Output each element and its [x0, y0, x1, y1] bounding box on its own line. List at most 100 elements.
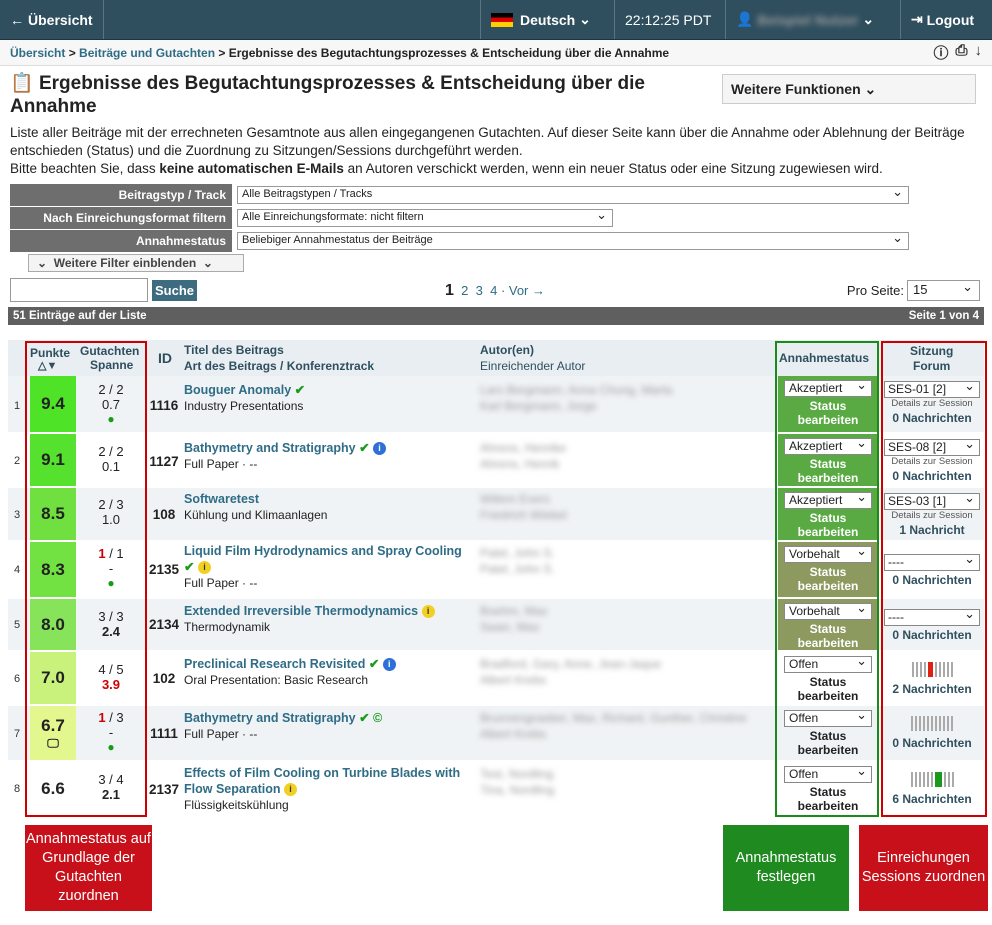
crumb-tools: ⓘ ⎙ ↓	[933, 42, 982, 63]
search-input[interactable]	[10, 278, 148, 302]
title-cell: Bouguer Anomaly ✔ Industry Presentations	[184, 382, 474, 414]
download-icon[interactable]: ↓	[975, 42, 983, 63]
title-cell: Liquid Film Hydrodynamics and Spray Cool…	[184, 543, 474, 591]
submitting-author: Swan, Max	[480, 620, 540, 634]
submitting-author: Albert Krebs	[480, 727, 547, 741]
submission-title-link[interactable]: Extended Irreversible Thermodynamics	[184, 604, 418, 618]
logout-label: Logout	[926, 11, 975, 28]
row-number: 1	[13, 400, 21, 412]
submission-id: 1111	[150, 726, 178, 741]
author-cell: Patel, John S. Patel, John S.	[480, 545, 770, 577]
page-title-text: Ergebnisse des Begutachtungsprozesses & …	[10, 73, 645, 117]
score-highlight-frame	[25, 341, 147, 817]
intro-a: Bitte beachten Sie, dass	[10, 161, 160, 176]
page-link[interactable]: 4	[490, 283, 497, 298]
per-page-select[interactable]: 15 ⌄	[907, 279, 980, 301]
track-select[interactable]: Alle Beitragstypen / Tracks	[237, 184, 909, 204]
callout-assign-sessions: Einreichungen Sessions zuordnen	[859, 825, 988, 911]
authors: Patel, John S.	[480, 546, 555, 560]
print-icon[interactable]: ⎙	[955, 42, 967, 63]
check-icon: ✔	[359, 711, 370, 725]
filter-format: Nach Einreichungsformat filtern Alle Einr…	[10, 207, 985, 229]
author-cell: Bradford, Gary, Anne, Jean-Jaque Albert K…	[480, 656, 770, 688]
per-page-value: 15	[913, 282, 928, 297]
submission-title-link[interactable]: Effects of Film Cooling on Turbine Blade…	[184, 766, 460, 796]
row-number: 4	[13, 564, 21, 576]
crumb-overview[interactable]: Übersicht	[10, 46, 65, 60]
next-page-link[interactable]: · Vor →	[501, 283, 545, 298]
submission-type: Oral Presentation: Basic Research	[184, 673, 369, 687]
submission-id: 108	[152, 507, 176, 522]
info-icon[interactable]: i	[373, 442, 387, 456]
submission-title-link[interactable]: Bathymetry and Stratigraphy	[184, 711, 356, 725]
col-title: Titel des Beitrags	[184, 343, 284, 357]
page-current: 1	[445, 282, 454, 299]
more-functions-button[interactable]: Weitere Funktionen ⌄	[722, 74, 976, 104]
format-select[interactable]: Alle Einreichungsformate: nicht filtern	[237, 207, 613, 227]
submission-id: 2135	[148, 562, 180, 577]
breadcrumb: Übersicht > Beiträge und Gutachten > Erg…	[0, 40, 992, 66]
submitting-author: Patel, John S.	[480, 562, 555, 576]
submission-title-link[interactable]: Liquid Film Hydrodynamics and Spray Cool…	[184, 544, 462, 558]
col-submitter: Einreichender Autor	[480, 359, 586, 373]
submission-id: 1116	[149, 398, 179, 413]
filter-track: Beitragstyp / Track Alle Beitragstypen / …	[10, 184, 985, 206]
count-bar: 51 Einträge auf der Liste Seite 1 von 4	[8, 307, 984, 325]
submission-type: Full Paper · --	[184, 457, 258, 471]
author-cell: Test, Nordling Tina, Nordling	[480, 766, 770, 798]
title-cell: Effects of Film Cooling on Turbine Blade…	[184, 765, 474, 813]
filter-label: Nach Einreichungsformat filtern	[10, 207, 232, 229]
language-selector[interactable]: Deutsch ⌄	[480, 0, 614, 39]
crumb-section[interactable]: Beiträge und Gutachten	[79, 46, 215, 60]
authors: Boehm, Max	[480, 604, 548, 618]
intro-line-1: Liste aller Beiträge mit der errechneten…	[10, 125, 965, 158]
per-page: Pro Seite: 15 ⌄	[846, 279, 980, 301]
submission-type: Flüssigkeitskühlung	[184, 798, 289, 812]
submitting-author: Ahrens, Henrik	[480, 457, 560, 471]
title-row: 📋 Ergebnisse des Begutachtungsprozesses …	[0, 66, 992, 118]
submitting-author: Tina, Nordling	[480, 783, 555, 797]
submission-title-link[interactable]: Preclinical Research Revisited	[184, 657, 365, 671]
submission-title-link[interactable]: Bathymetry and Stratigraphy	[184, 441, 356, 455]
german-flag-icon	[491, 12, 513, 27]
status-filter-select[interactable]: Beliebiger Annahmestatus der Beiträge	[237, 230, 909, 250]
status-highlight-frame	[775, 341, 879, 817]
help-icon[interactable]: ⓘ	[933, 42, 948, 63]
warning-icon[interactable]: i	[421, 605, 435, 619]
page-of: Seite 1 von 4	[908, 310, 979, 322]
title-cell: Softwaretest Kühlung und Klimaanlagen	[184, 491, 474, 523]
filter-panel: Beitragstyp / Track Alle Beitragstypen / …	[10, 184, 985, 272]
page-link[interactable]: 3	[476, 283, 483, 298]
chevron-down-icon: ⌄	[962, 279, 973, 294]
callout-review-status: Annahmestatus auf Grundlage der Gutachte…	[25, 825, 152, 911]
author-cell: Brunnengraeber, Max, Richard, Gunther, C…	[480, 710, 770, 742]
copyright-icon: ©	[373, 711, 383, 725]
title-icons: ✔ i	[184, 559, 474, 575]
submitting-author: Friedrich Wiebel	[480, 508, 567, 522]
col-author: Autor(en)	[480, 343, 534, 357]
per-page-label: Pro Seite:	[846, 283, 904, 298]
check-icon: ✔	[368, 657, 380, 671]
session-highlight-frame	[881, 341, 987, 817]
submission-id: 102	[152, 671, 176, 686]
author-cell: Willem Evers Friedrich Wiebel	[480, 491, 770, 523]
row-number: 7	[13, 728, 21, 740]
logout-button[interactable]: ⇥ Logout	[900, 0, 992, 39]
info-icon[interactable]: i	[382, 658, 396, 672]
search-row: Suche 1 2 3 4 · Vor → Pro Seite: 15 ⌄	[0, 276, 992, 306]
submission-type: Full Paper · --	[184, 727, 258, 741]
crumb-current: Ergebnisse des Begutachtungsprozesses & …	[228, 45, 670, 60]
title-cell: Extended Irreversible Thermodynamics i Th…	[184, 603, 474, 635]
col-id: ID	[158, 350, 172, 366]
back-to-overview[interactable]: ← Übersicht	[0, 0, 103, 39]
warning-icon[interactable]: i	[197, 561, 211, 575]
more-filters-button[interactable]: ⌄ Weitere Filter einblenden ⌄	[28, 254, 244, 272]
clock: 22:12:25 PDT	[614, 0, 725, 39]
user-menu[interactable]: 👤 Beispiel Nutzer ⌄	[725, 0, 900, 39]
page-link[interactable]: 2	[461, 283, 468, 298]
search-button[interactable]: Suche	[152, 280, 197, 301]
submission-type: Full Paper · --	[184, 576, 258, 590]
submission-title-link[interactable]: Bouguer Anomaly	[184, 383, 291, 397]
submission-title-link[interactable]: Softwaretest	[184, 492, 259, 506]
warning-icon[interactable]: i	[284, 783, 298, 797]
